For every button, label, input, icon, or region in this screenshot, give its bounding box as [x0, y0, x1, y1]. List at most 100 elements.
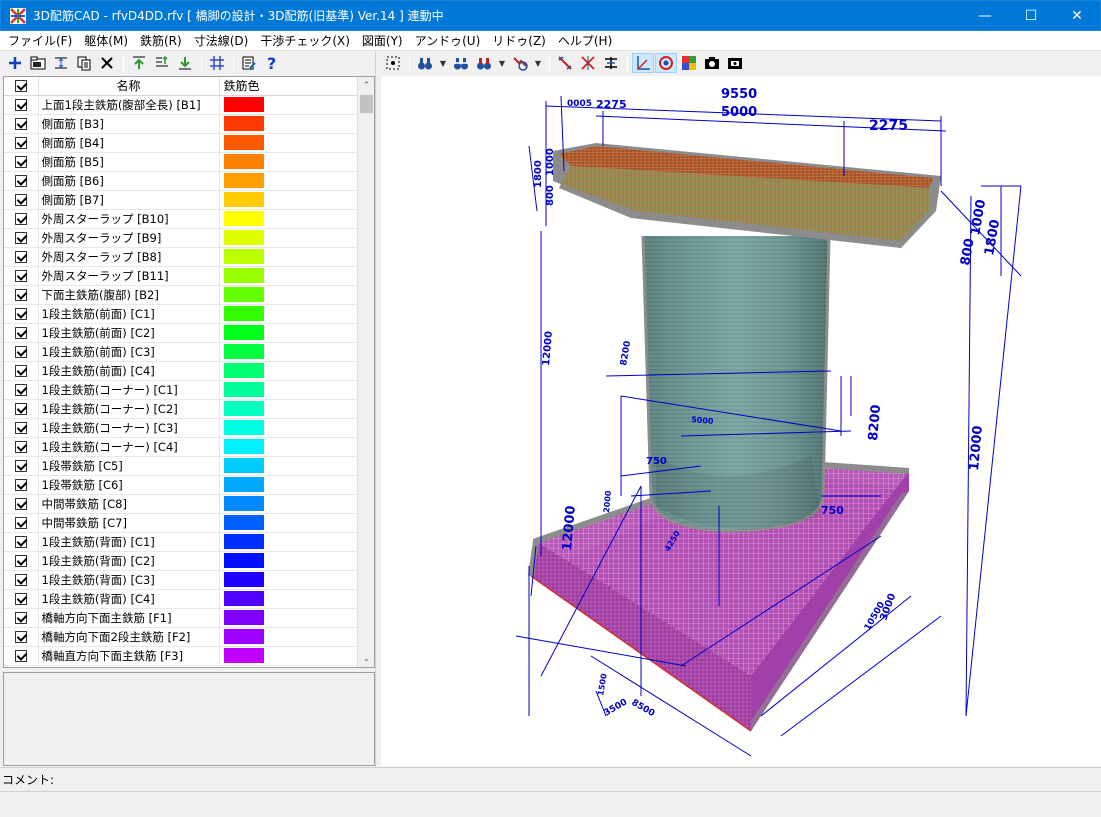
color-swatch[interactable] — [223, 572, 264, 587]
color-swatch[interactable] — [223, 116, 264, 131]
scroll-up-button[interactable]: ⌃ — [358, 77, 374, 94]
color-swatch[interactable] — [223, 648, 264, 663]
rebar-row[interactable]: 外周スターラップ [B10] — [4, 209, 358, 229]
rebar-row[interactable]: 1段主鉄筋(背面) [C3] — [4, 570, 358, 590]
scroll-thumb[interactable] — [360, 95, 373, 113]
rebar-name[interactable]: 1段主鉄筋(背面) [C2] — [38, 551, 220, 571]
rebar-row[interactable]: 下面主鉄筋(腹部) [B2] — [4, 285, 358, 305]
menu-help[interactable]: ヘルプ(H) — [552, 32, 618, 49]
header-check-all[interactable] — [4, 77, 39, 96]
rebar-name[interactable]: 1段主鉄筋(前面) [C4] — [38, 361, 220, 381]
rebar-name[interactable]: 側面筋 [B7] — [38, 190, 220, 210]
rebar-row[interactable]: 中間帯鉄筋 [C8] — [4, 494, 358, 514]
rebar-row[interactable]: 1段主鉄筋(前面) [C2] — [4, 323, 358, 343]
color-swatch[interactable] — [223, 534, 264, 549]
binoculars-select-button[interactable] — [450, 53, 472, 73]
rebar-color-cell[interactable] — [219, 304, 358, 324]
rebar-dim-button[interactable] — [600, 53, 622, 73]
move-down-one-button[interactable] — [151, 53, 173, 73]
color-swatch[interactable] — [223, 325, 264, 340]
scroll-down-button[interactable]: ⌄ — [358, 650, 374, 667]
rebar-name[interactable]: 中間帯鉄筋 [C7] — [38, 513, 220, 533]
rebar-row[interactable]: 側面筋 [B7] — [4, 190, 358, 210]
open-button[interactable] — [27, 53, 49, 73]
rebar-color-cell[interactable] — [219, 646, 358, 666]
rebar-color-cell[interactable] — [219, 171, 358, 191]
rebar-row[interactable]: 1段主鉄筋(背面) [C1] — [4, 532, 358, 552]
rebar-row[interactable]: 1段帯鉄筋 [C5] — [4, 456, 358, 476]
rebar-row[interactable]: 1段帯鉄筋 [C6] — [4, 475, 358, 495]
rebar-name[interactable]: 側面筋 [B6] — [38, 171, 220, 191]
pier-column[interactable] — [641, 235, 831, 533]
rebar-name[interactable]: 橋軸方向下面2段主鉄筋 [F2] — [38, 627, 220, 647]
vertical-scrollbar[interactable]: ⌃ ⌄ — [357, 77, 374, 667]
rebar-row[interactable]: 1段主鉄筋(コーナー) [C4] — [4, 437, 358, 457]
rebar-name[interactable]: 1段帯鉄筋 [C5] — [38, 456, 220, 476]
menu-body[interactable]: 躯体(M) — [78, 32, 134, 49]
rebar-name[interactable]: 橋軸直方向下面主鉄筋 [F3] — [38, 646, 220, 666]
maximize-button[interactable]: ☐ — [1008, 1, 1054, 31]
binoculars-red-dropdown[interactable]: ▼ — [496, 53, 508, 73]
close-button[interactable]: ✕ — [1054, 1, 1100, 31]
rebar-name[interactable]: 1段主鉄筋(コーナー) [C2] — [38, 399, 220, 419]
rebar-visible-checkbox[interactable] — [4, 209, 39, 229]
color-filter-button[interactable] — [509, 53, 531, 73]
rebar-visible-checkbox[interactable] — [4, 589, 39, 609]
rebar-visible-checkbox[interactable] — [4, 627, 39, 647]
color-swatch[interactable] — [223, 97, 264, 112]
rebar-visible-checkbox[interactable] — [4, 228, 39, 248]
rebar-name[interactable]: 外周スターラップ [B8] — [38, 247, 220, 267]
color-swatch[interactable] — [223, 553, 264, 568]
rebar-visible-checkbox[interactable] — [4, 646, 39, 666]
menu-interference[interactable]: 干渉チェック(X) — [254, 32, 356, 49]
rebar-row[interactable]: 1段主鉄筋(コーナー) [C2] — [4, 399, 358, 419]
rebar-color-cell[interactable] — [219, 532, 358, 552]
rebar-name[interactable]: 外周スターラップ [B9] — [38, 228, 220, 248]
rebar-visible-checkbox[interactable] — [4, 114, 39, 134]
rebar-color-cell[interactable] — [219, 228, 358, 248]
color-swatch[interactable] — [223, 173, 264, 188]
rebar-color-cell[interactable] — [219, 494, 358, 514]
rebar-color-cell[interactable] — [219, 266, 358, 286]
rebar-color-cell[interactable] — [219, 475, 358, 495]
rebar-color-cell[interactable] — [219, 133, 358, 153]
palette-button[interactable] — [678, 53, 700, 73]
binoculars-dropdown[interactable]: ▼ — [437, 53, 449, 73]
rebar-row[interactable]: 橋軸方向下面主鉄筋 [F1] — [4, 608, 358, 628]
rebar-color-cell[interactable] — [219, 456, 358, 476]
menu-dimension[interactable]: 寸法線(D) — [188, 32, 255, 49]
rebar-visible-checkbox[interactable] — [4, 247, 39, 267]
rebar-color-cell[interactable] — [219, 437, 358, 457]
binoculars-red-button[interactable] — [473, 53, 495, 73]
grid-button[interactable] — [206, 53, 228, 73]
rebar-visible-checkbox[interactable] — [4, 380, 39, 400]
fit-view-button[interactable] — [382, 53, 404, 73]
color-swatch[interactable] — [223, 629, 264, 644]
rebar-visible-checkbox[interactable] — [4, 494, 39, 514]
color-swatch[interactable] — [223, 268, 264, 283]
rebar-visible-checkbox[interactable] — [4, 513, 39, 533]
rebar-name[interactable]: 1段主鉄筋(背面) [C1] — [38, 532, 220, 552]
rebar-color-cell[interactable] — [219, 114, 358, 134]
color-swatch[interactable] — [223, 306, 264, 321]
rebar-row[interactable]: 1段主鉄筋(前面) [C3] — [4, 342, 358, 362]
rebar-color-cell[interactable] — [219, 418, 358, 438]
rebar-visible-checkbox[interactable] — [4, 475, 39, 495]
axis-button[interactable] — [632, 53, 654, 73]
rebar-color-cell[interactable] — [219, 247, 358, 267]
rebar-name[interactable]: 外周スターラップ [B11] — [38, 266, 220, 286]
rebar-color-cell[interactable] — [219, 589, 358, 609]
rebar-visible-checkbox[interactable] — [4, 95, 39, 115]
rebar-visible-checkbox[interactable] — [4, 304, 39, 324]
rebar-row[interactable]: 側面筋 [B6] — [4, 171, 358, 191]
panel-splitter[interactable] — [375, 52, 380, 767]
rebar-name[interactable]: 側面筋 [B5] — [38, 152, 220, 172]
edit-button[interactable] — [238, 53, 260, 73]
rebar-row[interactable]: 橋軸直方向下面主鉄筋 [F3] — [4, 646, 358, 666]
rebar-color-cell[interactable] — [219, 190, 358, 210]
color-swatch[interactable] — [223, 477, 264, 492]
rebar-row[interactable]: 外周スターラップ [B11] — [4, 266, 358, 286]
rebar-color-cell[interactable] — [219, 513, 358, 533]
color-swatch[interactable] — [223, 287, 264, 302]
menu-undo[interactable]: アンドゥ(U) — [409, 32, 487, 49]
